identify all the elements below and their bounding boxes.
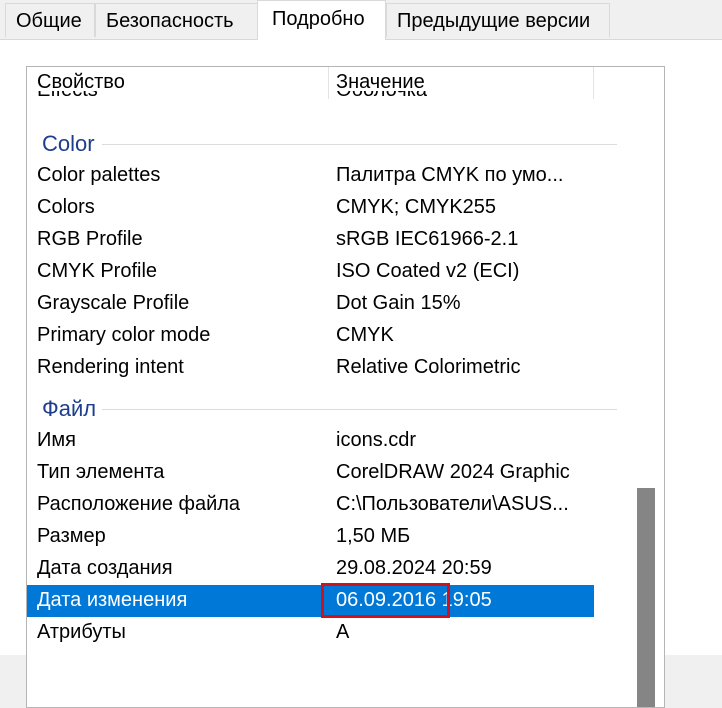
column-header: Свойство Значение — [27, 67, 594, 99]
property-value: Dot Gain 15% — [336, 292, 461, 314]
property-value: 29.08.2024 20:59 — [336, 557, 492, 579]
scrollbar-thumb[interactable] — [637, 488, 655, 707]
property-name: Color palettes — [37, 164, 161, 186]
group-divider — [102, 409, 617, 410]
list-item[interactable]: RGB Profile sRGB IEC61966-2.1 — [27, 224, 594, 256]
column-divider[interactable] — [593, 67, 594, 99]
list-item[interactable]: Color palettes Палитра CMYK по умо... — [27, 160, 594, 192]
group-title: Файл — [42, 396, 97, 421]
tab-security[interactable]: Безопасность — [95, 3, 259, 37]
property-value: sRGB IEC61966-2.1 — [336, 228, 519, 250]
property-name: Атрибуты — [37, 621, 126, 643]
property-value: Relative Colorimetric — [336, 356, 521, 378]
property-name: Дата создания — [37, 557, 173, 579]
details-pane: Effects Оболочка Свойство Значение Color… — [0, 39, 722, 708]
property-value: C:\Пользователи\ASUS... — [336, 493, 569, 515]
list-item[interactable]: Имя icons.cdr — [27, 425, 594, 457]
annotation-highlight-box — [321, 583, 450, 618]
property-name: RGB Profile — [37, 228, 143, 250]
property-name: Colors — [37, 196, 95, 218]
property-value: ISO Coated v2 (ECI) — [336, 260, 520, 282]
tab-previous-versions[interactable]: Предыдущие версии — [386, 3, 610, 37]
list-item-selected[interactable]: Дата изменения 06.09.2016 19:05 — [27, 585, 594, 617]
property-value: 1,50 МБ — [336, 525, 411, 547]
list-item[interactable]: CMYK Profile ISO Coated v2 (ECI) — [27, 256, 594, 288]
group-header-color: Color — [42, 128, 617, 160]
property-value: Палитра CMYK по умо... — [336, 164, 564, 186]
property-name: Размер — [37, 525, 106, 547]
tab-general[interactable]: Общие — [5, 3, 95, 37]
list-item[interactable]: Тип элемента CorelDRAW 2024 Graphic — [27, 457, 594, 489]
column-header-value[interactable]: Значение — [336, 71, 425, 94]
column-header-property[interactable]: Свойство — [37, 71, 125, 94]
list-item[interactable]: Rendering intent Relative Colorimetric — [27, 352, 594, 384]
group-title: Color — [42, 131, 95, 156]
property-name: Тип элемента — [37, 461, 165, 483]
group-divider — [102, 144, 617, 145]
property-value: icons.cdr — [336, 429, 417, 451]
list-item[interactable]: Атрибуты A — [27, 617, 594, 649]
property-value: CMYK — [336, 324, 394, 346]
property-name: Расположение файла — [37, 493, 241, 515]
list-item[interactable]: Дата создания 29.08.2024 20:59 — [27, 553, 594, 585]
column-divider[interactable] — [328, 67, 329, 99]
list-item[interactable]: Размер 1,50 МБ — [27, 521, 594, 553]
property-name: Grayscale Profile — [37, 292, 190, 314]
tab-details[interactable]: Подробно — [257, 0, 386, 40]
list-item[interactable]: Colors CMYK; CMYK255 — [27, 192, 594, 224]
list-item[interactable]: Grayscale Profile Dot Gain 15% — [27, 288, 594, 320]
property-name: Имя — [37, 429, 76, 451]
group-header-file: Файл — [42, 393, 617, 425]
property-value: CMYK; CMYK255 — [336, 196, 497, 218]
property-name: Primary color mode — [37, 324, 211, 346]
property-value: CorelDRAW 2024 Graphic — [336, 461, 570, 483]
property-name: Rendering intent — [37, 356, 184, 378]
tab-strip: Общие Безопасность Подробно Предыдущие в… — [0, 0, 722, 40]
property-name: CMYK Profile — [37, 260, 158, 282]
list-item[interactable]: Расположение файла C:\Пользователи\ASUS..… — [27, 489, 594, 521]
list-item[interactable]: Primary color mode CMYK — [27, 320, 594, 352]
property-name: Дата изменения — [37, 589, 188, 611]
property-value: A — [336, 621, 350, 643]
